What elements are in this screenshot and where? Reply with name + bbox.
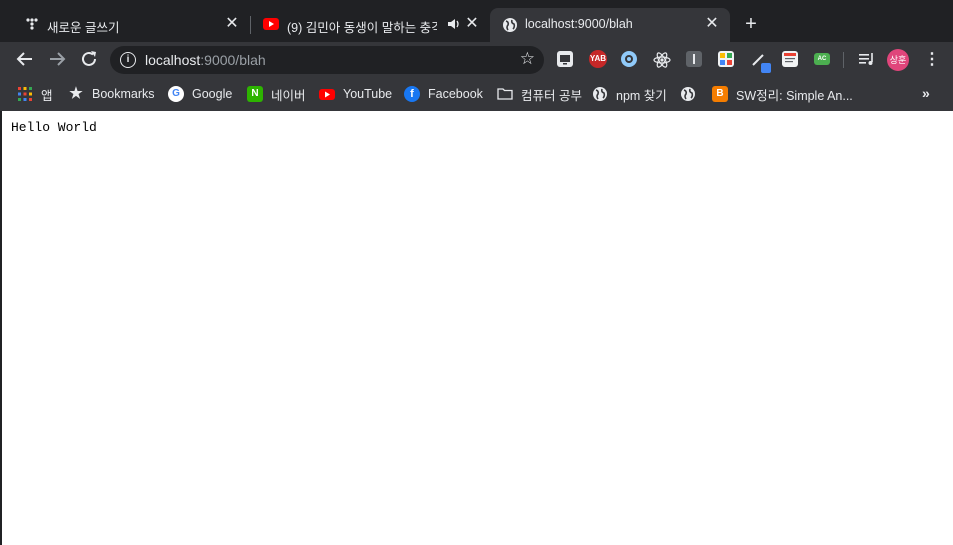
bookmarks-bar: 앱 ★ Bookmarks G Google N 네이버 YouTube f F… — [0, 78, 953, 111]
bookmark-label: Facebook — [428, 87, 483, 101]
tab-title: 새로운 글쓰기 — [47, 21, 120, 35]
screen-extension-icon[interactable] — [557, 51, 573, 67]
reload-button[interactable] — [79, 50, 99, 70]
react-devtools-icon[interactable] — [653, 51, 671, 68]
bookmark-star-icon[interactable]: ☆ — [520, 49, 535, 69]
bookmark-label: 네이버 — [271, 88, 306, 103]
close-icon[interactable]: ✕ — [224, 16, 240, 32]
bookmark-label: SW정리: Simple An... — [736, 88, 853, 103]
pen-extension-icon[interactable] — [751, 51, 771, 73]
info-icon[interactable]: i — [120, 52, 136, 68]
bookmark-youtube[interactable]: YouTube — [319, 85, 392, 103]
tistory-icon — [25, 17, 39, 31]
bookmark-label: 앱 — [41, 88, 53, 103]
close-icon[interactable]: ✕ — [464, 16, 480, 32]
youtube-icon — [319, 86, 335, 102]
browser-chrome: 새로운 글쓰기 ✕ (9) 김민아 동생이 말하는 충격적 ✕ localhos… — [0, 0, 953, 111]
yab-extension-icon[interactable]: YAB — [589, 50, 607, 68]
globe-icon — [592, 86, 608, 102]
text-cursor-extension-icon[interactable] — [686, 51, 702, 67]
bookmark-google[interactable]: G Google — [168, 85, 232, 103]
globe-icon — [502, 17, 518, 33]
tab-localhost[interactable]: localhost:9000/blah ✕ — [490, 8, 730, 42]
arrow-right-icon — [50, 52, 66, 66]
page-content: Hello World — [0, 111, 953, 545]
circle-extension-icon[interactable] — [621, 51, 637, 67]
forward-button[interactable] — [47, 50, 67, 70]
ac-extension-icon[interactable]: AC — [814, 53, 830, 65]
tab-title: (9) 김민아 동생이 말하는 충격적 — [287, 21, 437, 35]
globe-icon — [680, 86, 696, 102]
bookmark-sw-notes[interactable]: B SW정리: Simple An... — [712, 85, 853, 103]
tab-new-post[interactable]: 새로운 글쓰기 ✕ — [10, 8, 250, 42]
map-extension-icon[interactable] — [718, 51, 734, 67]
youtube-icon — [263, 18, 279, 30]
bookmark-label: YouTube — [343, 87, 393, 101]
tab-title: localhost:9000/blah — [525, 17, 633, 31]
notes-extension-icon[interactable] — [782, 51, 798, 67]
toolbar: i localhost:9000/blah ☆ YAB AC 상훈 ⋮ — [0, 42, 953, 78]
bookmark-naver[interactable]: N 네이버 — [247, 85, 306, 103]
url-text: localhost:9000/blah — [145, 52, 266, 68]
tab-strip: 새로운 글쓰기 ✕ (9) 김민아 동생이 말하는 충격적 ✕ localhos… — [0, 0, 953, 42]
window-edge — [0, 111, 2, 545]
reload-icon — [82, 51, 96, 66]
bookmark-label: 컴퓨터 공부 — [521, 88, 582, 103]
address-bar[interactable]: i localhost:9000/blah ☆ — [110, 46, 544, 74]
back-button[interactable] — [15, 50, 35, 70]
star-icon: ★ — [69, 85, 83, 102]
google-icon: G — [168, 86, 184, 102]
folder-icon — [497, 86, 513, 102]
more-vert-icon[interactable]: ⋮ — [924, 50, 940, 70]
blogger-icon: B — [712, 86, 728, 102]
apps-grid-icon — [17, 86, 33, 102]
facebook-icon: f — [404, 86, 420, 102]
new-tab-button[interactable]: + — [741, 14, 761, 34]
tab-divider — [250, 16, 251, 34]
avatar[interactable]: 상훈 — [887, 49, 909, 71]
page-text: Hello World — [11, 120, 97, 135]
bookmark-apps[interactable]: 앱 — [17, 85, 53, 103]
bookmark-label: npm 찾기 — [616, 88, 667, 103]
toolbar-divider — [843, 52, 844, 68]
bookmark-bookmarks[interactable]: ★ Bookmarks — [68, 85, 155, 103]
arrow-left-icon — [16, 52, 32, 66]
media-control-icon[interactable] — [858, 51, 874, 67]
bookmark-folder-cs-study[interactable]: 컴퓨터 공부 — [497, 85, 582, 103]
chevron-double-right-icon[interactable]: » — [922, 85, 930, 101]
bookmark-npm-search[interactable]: npm 찾기 — [592, 85, 667, 103]
close-icon[interactable]: ✕ — [704, 16, 720, 32]
speaker-icon[interactable] — [447, 17, 461, 31]
bookmark-untitled[interactable] — [680, 85, 704, 103]
naver-icon: N — [247, 86, 263, 102]
tab-youtube[interactable]: (9) 김민아 동생이 말하는 충격적 ✕ — [252, 8, 490, 42]
bookmark-label: Bookmarks — [92, 87, 155, 101]
bookmark-label: Google — [192, 87, 233, 101]
bookmark-facebook[interactable]: f Facebook — [404, 85, 483, 103]
